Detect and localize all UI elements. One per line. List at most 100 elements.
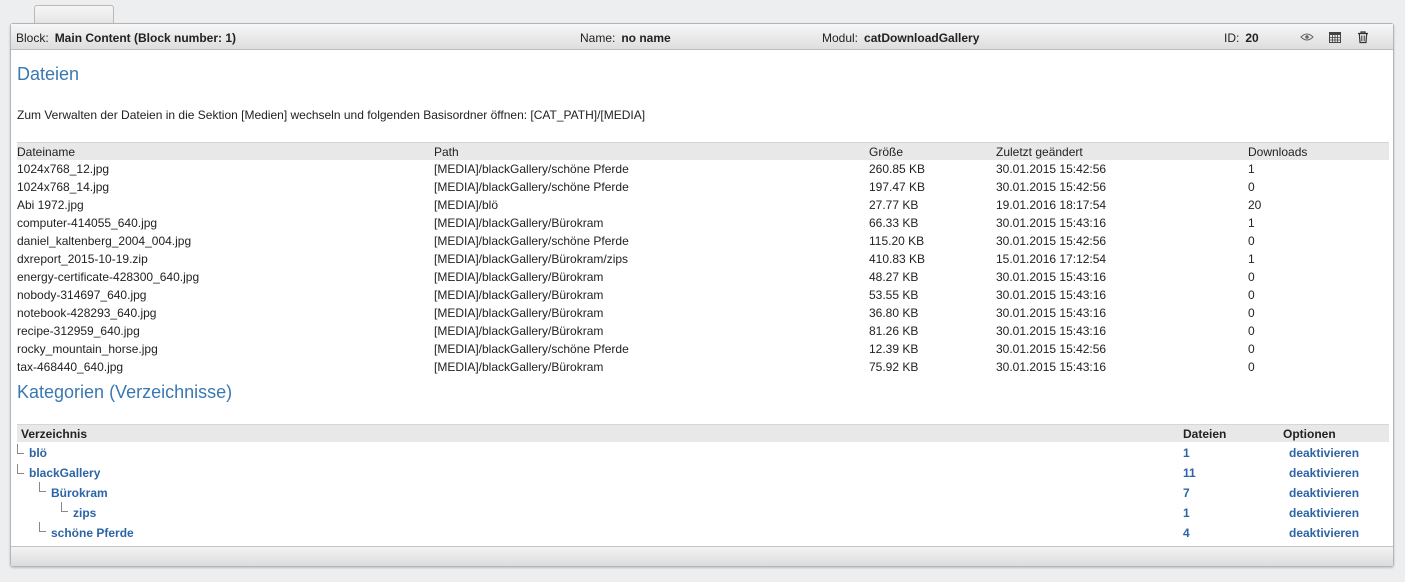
categories-table-header: Verzeichnis Dateien Optionen: [17, 424, 1389, 442]
name-info: Name: no name: [580, 31, 671, 45]
block-value: Main Content (Block number: 1): [54, 31, 237, 45]
category-row: blö 1 deaktivieren: [17, 442, 1389, 462]
categories-table: Verzeichnis Dateien Optionen blö 1 deaktiv…: [17, 424, 1389, 542]
file-modified: 30.01.2015 15:43:16: [996, 288, 1107, 302]
files-title: Dateien: [17, 64, 80, 84]
file-modified: 30.01.2015 15:43:16: [996, 270, 1107, 284]
file-name: energy-certificate-428300_640.jpg: [17, 270, 200, 284]
file-path: [MEDIA]/blackGallery/schöne Pferde: [434, 180, 629, 194]
file-downloads: 1: [1248, 216, 1255, 230]
file-size: 197.47 KB: [869, 180, 926, 194]
calendar-icon[interactable]: [1328, 30, 1342, 44]
table-row: daniel_kaltenberg_2004_004.jpg [MEDIA]/bl…: [17, 232, 1389, 250]
name-label: Name:: [580, 31, 616, 45]
file-name: Abi 1972.jpg: [17, 198, 84, 212]
deactivate-link[interactable]: deaktivieren: [1289, 506, 1359, 520]
modul-value: catDownloadGallery: [864, 31, 980, 45]
id-label: ID:: [1224, 31, 1240, 45]
file-name: computer-414055_640.jpg: [17, 216, 158, 230]
category-link[interactable]: blackGallery: [29, 466, 100, 480]
block-label: Block:: [16, 31, 49, 45]
deactivate-link[interactable]: deaktivieren: [1289, 466, 1359, 480]
file-name: tax-468440_640.jpg: [17, 360, 124, 374]
file-size: 75.92 KB: [869, 360, 919, 374]
category-link[interactable]: zips: [73, 506, 96, 520]
file-modified: 30.01.2015 15:42:56: [996, 234, 1107, 248]
modul-info: Modul: catDownloadGallery: [822, 31, 979, 45]
categories-title: Kategorien (Verzeichnisse): [17, 382, 233, 402]
col-dateien: Dateien: [1183, 427, 1227, 441]
deactivate-link[interactable]: deaktivieren: [1289, 526, 1359, 540]
file-downloads: 1: [1248, 162, 1255, 176]
file-modified: 19.01.2016 18:17:54: [996, 198, 1107, 212]
category-file-count[interactable]: 1: [1183, 446, 1190, 460]
file-modified: 30.01.2015 15:42:56: [996, 342, 1107, 356]
deactivate-link[interactable]: deaktivieren: [1289, 486, 1359, 500]
modul-label: Modul:: [822, 31, 859, 45]
file-downloads: 0: [1248, 288, 1255, 302]
col-optionen: Optionen: [1283, 427, 1336, 441]
file-modified: 30.01.2015 15:42:56: [996, 180, 1107, 194]
file-size: 66.33 KB: [869, 216, 919, 230]
file-size: 36.80 KB: [869, 306, 919, 320]
file-size: 53.55 KB: [869, 288, 919, 302]
file-modified: 30.01.2015 15:42:56: [996, 162, 1107, 176]
category-file-count[interactable]: 4: [1183, 526, 1190, 540]
block-info: Block: Main Content (Block number: 1): [16, 31, 236, 45]
file-size: 115.20 KB: [869, 234, 925, 248]
files-table: Dateiname Path Größe Zuletzt geändert Do…: [17, 142, 1389, 376]
panel-tab[interactable]: [34, 5, 114, 25]
tree-connector: [39, 482, 46, 492]
file-downloads: 0: [1248, 342, 1255, 356]
table-row: tax-468440_640.jpg [MEDIA]/blackGallery/B…: [17, 358, 1389, 376]
file-path: [MEDIA]/blö: [434, 198, 499, 212]
table-row: dxreport_2015-10-19.zip [MEDIA]/blackGall…: [17, 250, 1389, 268]
file-downloads: 0: [1248, 324, 1255, 338]
category-file-count[interactable]: 7: [1183, 486, 1190, 500]
file-path: [MEDIA]/blackGallery/schöne Pferde: [434, 234, 629, 248]
category-link[interactable]: blö: [29, 446, 47, 460]
category-file-count[interactable]: 1: [1183, 506, 1190, 520]
file-path: [MEDIA]/blackGallery/Bürokram: [434, 270, 604, 284]
file-size: 260.85 KB: [869, 162, 926, 176]
file-path: [MEDIA]/blackGallery/schöne Pferde: [434, 342, 629, 356]
col-path[interactable]: Path: [434, 145, 459, 159]
category-file-count[interactable]: 11: [1183, 466, 1196, 480]
category-link[interactable]: schöne Pferde: [51, 526, 134, 540]
block-footer: [11, 546, 1393, 566]
category-row: schöne Pferde 4 deaktivieren: [17, 522, 1389, 542]
tree-connector: [17, 444, 24, 454]
file-name: 1024x768_12.jpg: [17, 162, 110, 176]
col-zuletzt-geaendert[interactable]: Zuletzt geändert: [996, 145, 1083, 159]
col-dateiname[interactable]: Dateiname: [17, 145, 75, 159]
file-path: [MEDIA]/blackGallery/Bürokram/zips: [434, 252, 629, 266]
eye-icon[interactable]: [1300, 30, 1314, 44]
col-groesse[interactable]: Größe: [869, 145, 903, 159]
file-modified: 15.01.2016 17:12:54: [996, 252, 1107, 266]
file-name: 1024x768_14.jpg: [17, 180, 110, 194]
tree-connector: [17, 464, 24, 474]
files-info: Zum Verwalten der Dateien in die Sektion…: [17, 108, 646, 122]
file-downloads: 1: [1248, 252, 1255, 266]
tree-connector: [61, 502, 68, 512]
file-size: 48.27 KB: [869, 270, 919, 284]
file-path: [MEDIA]/blackGallery/Bürokram: [434, 360, 604, 374]
file-downloads: 20: [1248, 198, 1262, 212]
file-downloads: 0: [1248, 180, 1255, 194]
table-row: computer-414055_640.jpg [MEDIA]/blackGall…: [17, 214, 1389, 232]
table-row: 1024x768_14.jpg [MEDIA]/blackGallery/schö…: [17, 178, 1389, 196]
col-downloads[interactable]: Downloads: [1248, 145, 1307, 159]
trash-icon[interactable]: [1356, 30, 1370, 44]
category-link[interactable]: Bürokram: [51, 486, 108, 500]
deactivate-link[interactable]: deaktivieren: [1289, 446, 1359, 460]
file-modified: 30.01.2015 15:43:16: [996, 306, 1107, 320]
file-path: [MEDIA]/blackGallery/Bürokram: [434, 288, 604, 302]
table-row: nobody-314697_640.jpg [MEDIA]/blackGaller…: [17, 286, 1389, 304]
block-panel: Block: Main Content (Block number: 1) Nam…: [10, 23, 1394, 567]
table-row: recipe-312959_640.jpg [MEDIA]/blackGaller…: [17, 322, 1389, 340]
file-path: [MEDIA]/blackGallery/schöne Pferde: [434, 162, 629, 176]
file-modified: 30.01.2015 15:43:16: [996, 216, 1107, 230]
file-modified: 30.01.2015 15:43:16: [996, 324, 1107, 338]
file-downloads: 0: [1248, 306, 1255, 320]
table-row: 1024x768_12.jpg [MEDIA]/blackGallery/schö…: [17, 160, 1389, 178]
